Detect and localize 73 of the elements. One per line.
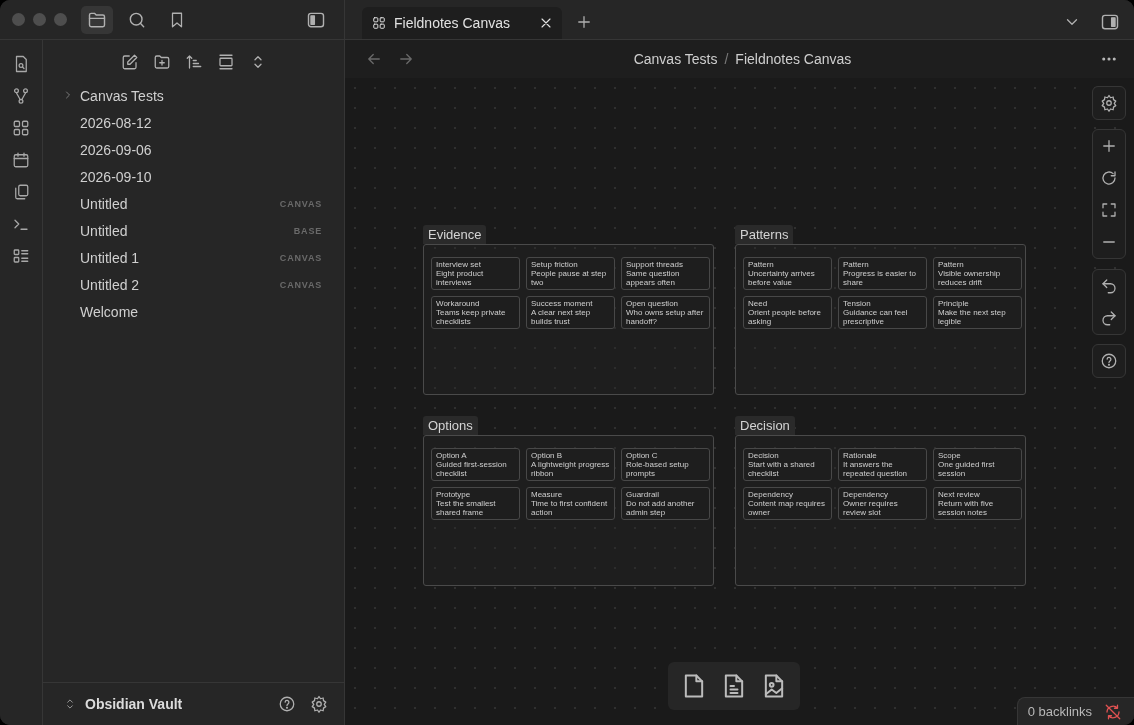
breadcrumb-link[interactable]: Fieldnotes Canvas xyxy=(735,51,852,67)
sort-icon[interactable] xyxy=(184,53,203,71)
breadcrumb-link[interactable]: Canvas Tests xyxy=(633,51,718,67)
canvas-card[interactable]: Dependency Content map requires owner xyxy=(743,487,832,520)
canvas-icon xyxy=(372,16,386,30)
canvas-card[interactable]: Pattern Progress is easier to share xyxy=(838,257,927,290)
canvas-group[interactable] xyxy=(735,435,1026,586)
file-type-label: CANVAS xyxy=(279,252,322,263)
file-item[interactable]: 2026-08-12 xyxy=(61,109,322,136)
fit-to-screen-icon[interactable] xyxy=(1100,201,1118,219)
vault-switcher[interactable]: Obsidian Vault xyxy=(57,693,189,715)
file-item[interactable]: 2026-09-10 xyxy=(61,163,322,190)
canvas-card[interactable]: Tension Guidance can feel prescriptive xyxy=(838,296,927,329)
canvas-card[interactable]: Success moment A clear next step builds trust xyxy=(526,296,615,329)
folder-item[interactable]: Canvas Tests xyxy=(61,82,322,109)
canvas-card[interactable]: Scope One guided first session xyxy=(933,448,1022,481)
settings-icon[interactable] xyxy=(310,695,328,713)
new-tab-icon[interactable] xyxy=(575,13,593,31)
grid-icon[interactable] xyxy=(12,119,30,137)
settings-icon[interactable] xyxy=(1100,94,1118,112)
calendar-icon[interactable] xyxy=(12,151,30,169)
file-item[interactable]: Untitled 2 CANVAS xyxy=(61,271,322,298)
canvas-card[interactable]: Option B A lightweight progress ribbon xyxy=(526,448,615,481)
canvas-card[interactable]: Decision Start with a shared checklist xyxy=(743,448,832,481)
graph-icon[interactable] xyxy=(12,87,30,105)
group-label: Patterns xyxy=(735,225,794,244)
canvas-card[interactable]: Setup friction People pause at step two xyxy=(526,257,615,290)
canvas-card[interactable]: Workaround Teams keep private checklists xyxy=(431,296,520,329)
new-folder-icon[interactable] xyxy=(152,53,171,71)
canvas-card[interactable]: Measure Time to first confident action xyxy=(526,487,615,520)
backlinks-status[interactable]: 0 backlinks xyxy=(1016,697,1134,725)
file-item[interactable]: Untitled BASE xyxy=(61,217,322,244)
file-item[interactable]: Untitled 1 CANVAS xyxy=(61,244,322,271)
canvas-card[interactable]: Need Orient people before asking xyxy=(743,296,832,329)
file-type-label: CANVAS xyxy=(279,279,322,290)
canvas-group[interactable] xyxy=(423,244,714,395)
sync-off-icon[interactable] xyxy=(1104,702,1122,721)
breadcrumb-separator: / xyxy=(724,51,729,67)
canvas-card[interactable]: Pattern Visible ownership reduces drift xyxy=(933,257,1022,290)
canvas-card[interactable]: Dependency Owner requires review slot xyxy=(838,487,927,520)
zoom-in-icon[interactable] xyxy=(1100,137,1118,155)
new-note-icon[interactable] xyxy=(120,53,139,71)
help-icon[interactable] xyxy=(1100,352,1118,370)
file-type-label: CANVAS xyxy=(279,198,322,209)
canvas-card[interactable]: Guardrail Do not add another admin step xyxy=(621,487,710,520)
canvas-card[interactable]: Option C Role-based setup prompts xyxy=(621,448,710,481)
canvas-card[interactable]: Next review Return with five session notes xyxy=(933,487,1022,520)
canvas-card[interactable]: Principle Make the next step legible xyxy=(933,296,1022,329)
file-item[interactable]: Welcome xyxy=(61,298,322,325)
canvas-card[interactable]: Support threads Same question appears often xyxy=(621,257,710,290)
file-type-label: BASE xyxy=(293,225,322,236)
canvas-card[interactable]: Option A Guided first-session checklist xyxy=(431,448,520,481)
canvas-card[interactable]: Rationale It answers the repeated question xyxy=(838,448,927,481)
canvas-card[interactable]: Interview set Eight product interviews xyxy=(431,257,520,290)
help-icon[interactable] xyxy=(278,695,296,713)
file-item[interactable]: Untitled CANVAS xyxy=(61,190,322,217)
checklist-icon[interactable] xyxy=(12,247,30,265)
redo-icon[interactable] xyxy=(1100,309,1118,327)
reset-zoom-icon[interactable] xyxy=(1100,169,1118,187)
canvas-group[interactable] xyxy=(735,244,1026,395)
tab[interactable]: Fieldnotes Canvas xyxy=(362,7,562,39)
group-label: Options xyxy=(423,416,478,435)
collapse-icon[interactable] xyxy=(216,53,235,71)
canvas-card[interactable]: Pattern Uncertainty arrives before value xyxy=(743,257,832,290)
canvas-group[interactable] xyxy=(423,435,714,586)
file-item[interactable]: 2026-09-06 xyxy=(61,136,322,163)
copy-icon[interactable] xyxy=(12,183,30,201)
canvas-card[interactable]: Prototype Test the smallest shared frame xyxy=(431,487,520,520)
right-sidebar-icon[interactable] xyxy=(1100,12,1120,32)
canvas-card[interactable]: Open question Who owns setup after handoff? xyxy=(621,296,710,329)
group-label: Decision xyxy=(735,416,795,435)
undo-icon[interactable] xyxy=(1100,277,1118,295)
group-label: Evidence xyxy=(423,225,487,244)
